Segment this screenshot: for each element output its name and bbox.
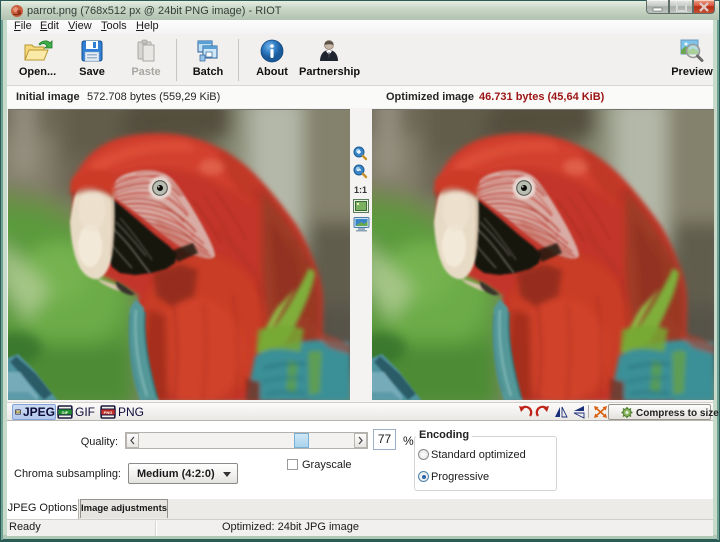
svg-text:PNG: PNG [104, 410, 113, 415]
svg-text:GIF: GIF [62, 410, 69, 415]
